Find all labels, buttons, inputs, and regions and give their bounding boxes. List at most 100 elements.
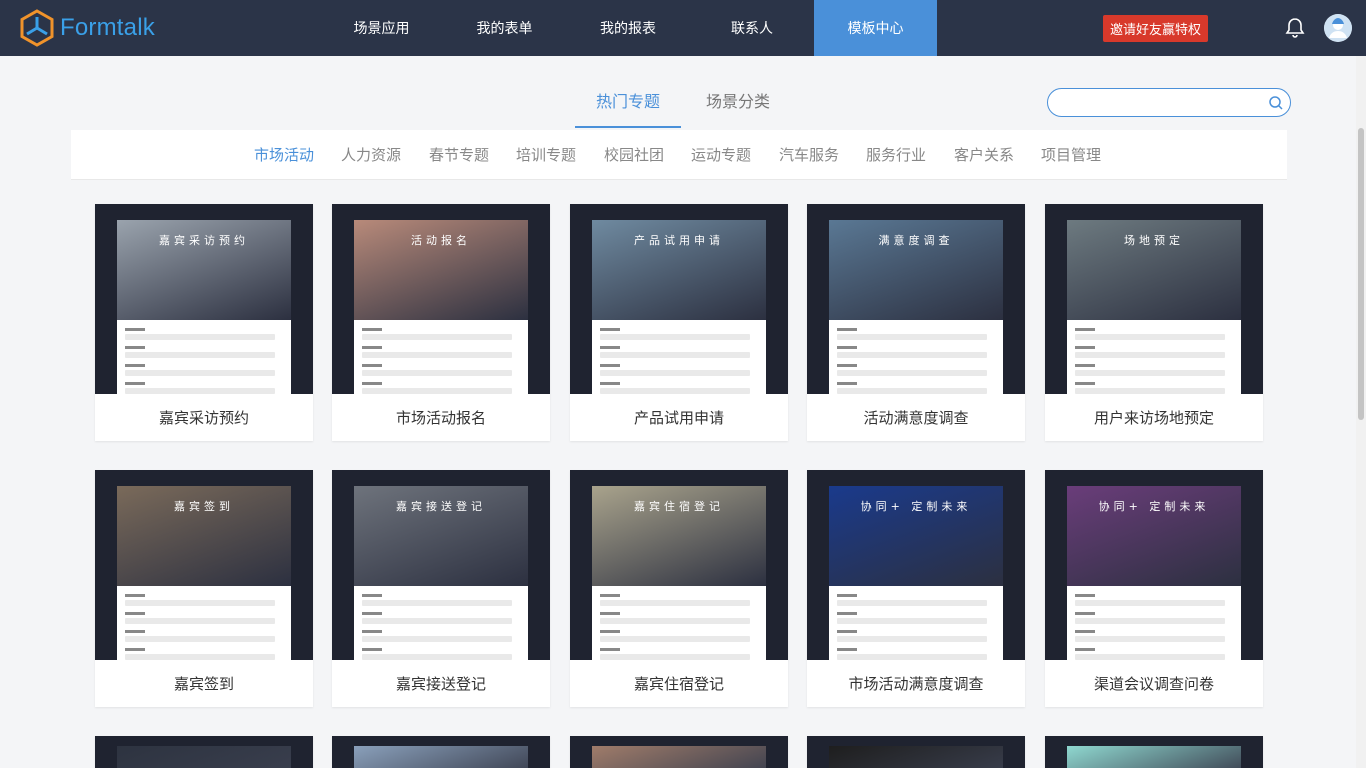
form-preview-field (362, 370, 512, 376)
template-search-input[interactable] (1060, 93, 1260, 113)
form-preview-field (1075, 618, 1225, 624)
form-preview-field (125, 618, 275, 624)
template-title: 嘉宾采访预约 (158, 409, 249, 427)
template-card[interactable]: 产品试用申请 产品试用申请 (570, 204, 788, 441)
template-card[interactable]: 活动报名 市场活动报名 (332, 204, 550, 441)
template-thumbnail: 嘉宾采访预约 (95, 204, 313, 394)
form-preview-label (837, 364, 857, 367)
template-card[interactable]: 协同+ 定制未来 市场活动满意度调查 (807, 470, 1025, 707)
form-preview-label (125, 346, 145, 349)
category-bar: 市场活动 人力资源 春节专题 培训专题 校园社团 运动专题 汽车服务 服务行业 … (71, 130, 1287, 180)
category-hr[interactable]: 人力资源 (341, 144, 401, 165)
form-preview-field (1075, 600, 1225, 606)
template-form-preview (592, 586, 766, 660)
template-card[interactable]: 嘉宾采访预约 嘉宾采访预约 (95, 204, 313, 441)
invite-friends-button[interactable]: 邀请好友赢特权 (1103, 15, 1208, 42)
form-preview-label (600, 346, 620, 349)
form-preview-field (600, 352, 750, 358)
template-card[interactable] (807, 736, 1025, 768)
nav-scene-apps[interactable]: 场景应用 (320, 0, 443, 56)
template-card[interactable] (95, 736, 313, 768)
user-avatar[interactable] (1324, 14, 1352, 42)
form-preview-field (1075, 636, 1225, 642)
form-preview-field (125, 370, 275, 376)
form-preview-label (1075, 328, 1095, 331)
category-auto-service[interactable]: 汽车服务 (779, 144, 839, 165)
category-project-management[interactable]: 项目管理 (1041, 144, 1101, 165)
form-preview-label (125, 364, 145, 367)
tab-hot-topics[interactable]: 热门专题 (575, 88, 681, 128)
form-preview-field (362, 352, 512, 358)
category-customer-relations[interactable]: 客户关系 (954, 144, 1014, 165)
form-preview-field (125, 600, 275, 606)
template-card[interactable]: 满意度调查 活动满意度调查 (807, 204, 1025, 441)
form-preview-field (125, 334, 275, 340)
nav-my-reports[interactable]: 我的报表 (566, 0, 690, 56)
template-form-preview (1067, 320, 1241, 394)
category-training[interactable]: 培训专题 (516, 144, 576, 165)
template-banner-image (117, 746, 291, 768)
nav-contacts[interactable]: 联系人 (690, 0, 814, 56)
template-card[interactable] (570, 736, 788, 768)
template-search-box[interactable] (1047, 88, 1291, 117)
template-card[interactable] (1045, 736, 1263, 768)
template-thumbnail: 活动报名 (332, 204, 550, 394)
category-sports[interactable]: 运动专题 (691, 144, 751, 165)
form-preview-label (600, 648, 620, 651)
template-thumbnail: 嘉宾住宿登记 (570, 470, 788, 660)
form-preview-label (125, 648, 145, 651)
form-preview-label (837, 328, 857, 331)
form-preview-label (837, 594, 857, 597)
form-preview-field (362, 636, 512, 642)
template-card[interactable]: 嘉宾住宿登记 嘉宾住宿登记 (570, 470, 788, 707)
template-form-preview (592, 320, 766, 394)
template-card[interactable]: 嘉宾签到 嘉宾签到 (95, 470, 313, 707)
form-preview-field (1075, 352, 1225, 358)
form-preview-label (1075, 648, 1095, 651)
category-marketing[interactable]: 市场活动 (254, 144, 314, 165)
search-icon[interactable] (1268, 95, 1284, 111)
template-card[interactable]: 场地预定 用户来访场地预定 (1045, 204, 1263, 441)
template-title: 渠道会议调查问卷 (1093, 675, 1214, 693)
form-preview-label (1075, 612, 1095, 615)
nav-my-forms[interactable]: 我的表单 (443, 0, 566, 56)
category-spring-festival[interactable]: 春节专题 (429, 144, 489, 165)
template-banner-title: 嘉宾接送登记 (396, 500, 486, 513)
notification-bell-icon[interactable] (1283, 16, 1307, 40)
template-thumbnail: 产品试用申请 (570, 204, 788, 394)
template-form-preview (829, 586, 1003, 660)
form-preview-field (600, 600, 750, 606)
category-service-industry[interactable]: 服务行业 (866, 144, 926, 165)
template-thumbnail (1045, 736, 1263, 768)
template-banner-image (1067, 746, 1241, 768)
form-preview-label (125, 382, 145, 385)
form-preview-field (837, 334, 987, 340)
template-card[interactable] (332, 736, 550, 768)
form-preview-field (362, 334, 512, 340)
template-title: 嘉宾签到 (173, 675, 234, 693)
template-title: 市场活动满意度调查 (848, 675, 984, 693)
form-preview-label (1075, 364, 1095, 367)
form-preview-label (837, 648, 857, 651)
form-preview-field (362, 618, 512, 624)
category-campus-clubs[interactable]: 校园社团 (604, 144, 664, 165)
nav-template-center[interactable]: 模板中心 (814, 0, 937, 56)
template-banner-image (354, 746, 528, 768)
template-thumbnail: 嘉宾接送登记 (332, 470, 550, 660)
template-thumbnail: 协同+ 定制未来 (1045, 470, 1263, 660)
page-scrollbar-thumb[interactable] (1358, 128, 1364, 420)
template-card[interactable]: 协同+ 定制未来渠道会议调查问卷 (1045, 470, 1263, 707)
template-form-preview (354, 586, 528, 660)
form-preview-label (1075, 594, 1095, 597)
template-card[interactable]: 嘉宾接送登记 嘉宾接送登记 (332, 470, 550, 707)
form-preview-field (837, 370, 987, 376)
template-title: 嘉宾住宿登记 (633, 675, 724, 693)
template-banner-title: 嘉宾住宿登记 (634, 500, 724, 513)
form-preview-label (837, 630, 857, 633)
template-form-preview (829, 320, 1003, 394)
tab-scene-categories[interactable]: 场景分类 (690, 88, 786, 128)
form-preview-label (600, 328, 620, 331)
form-preview-field (1075, 334, 1225, 340)
top-navbar: Formtalk 场景应用 我的表单 我的报表 联系人 模板中心 邀请好友赢特权 (0, 0, 1366, 56)
formtalk-logo[interactable]: Formtalk (18, 8, 155, 48)
